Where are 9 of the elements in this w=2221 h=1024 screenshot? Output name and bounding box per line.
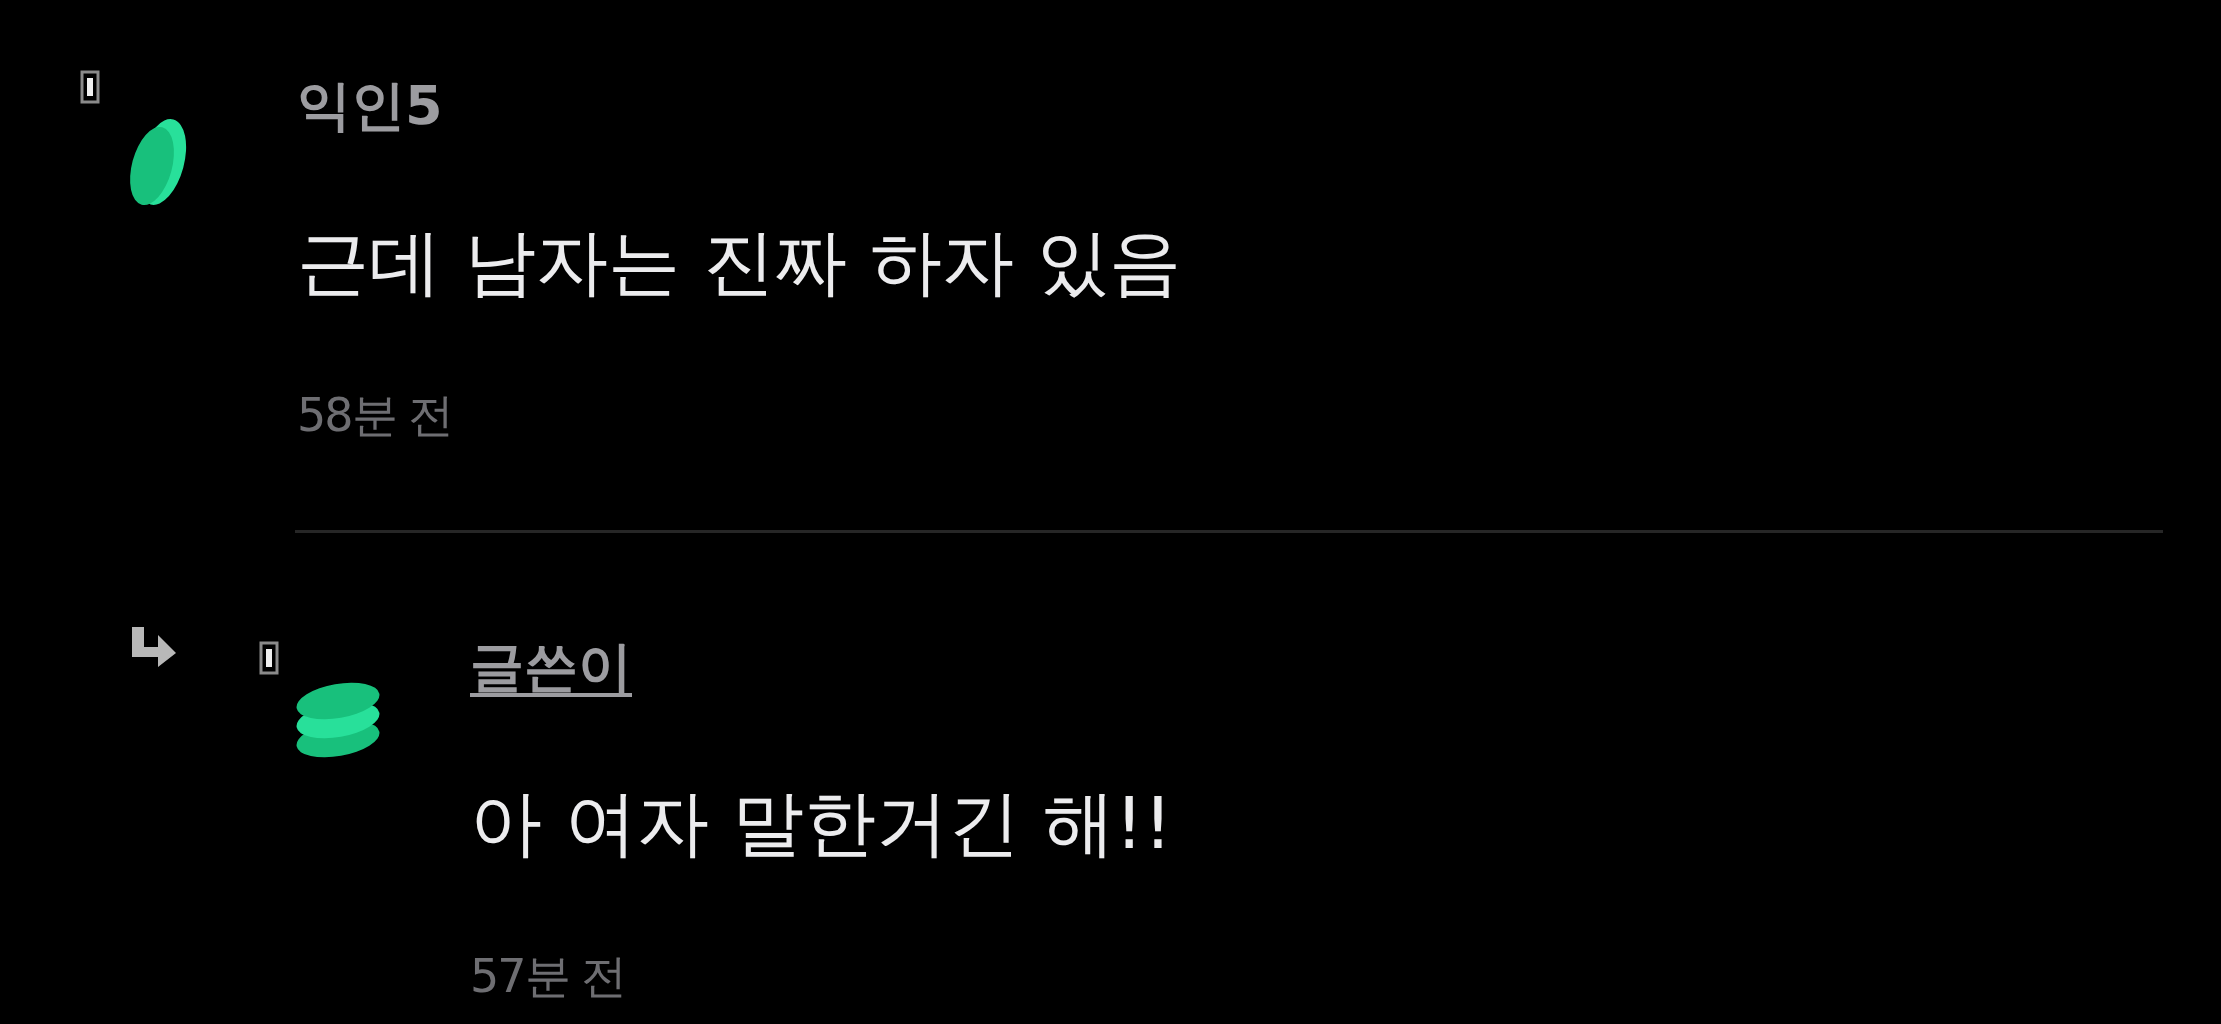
author-name[interactable]: 익인5 [297, 72, 443, 139]
square-icon [259, 641, 279, 675]
author-name[interactable]: 글쓴이 [470, 633, 632, 700]
avatar-icon [295, 681, 381, 759]
comment-time: 58분 전 [297, 387, 453, 444]
square-icon [80, 70, 100, 104]
comment-text: 아 여자 말한거긴 해!! [470, 781, 1173, 865]
comment-text: 근데 남자는 진짜 하자 있음 [297, 220, 1181, 304]
comment-time: 57분 전 [470, 948, 626, 1005]
